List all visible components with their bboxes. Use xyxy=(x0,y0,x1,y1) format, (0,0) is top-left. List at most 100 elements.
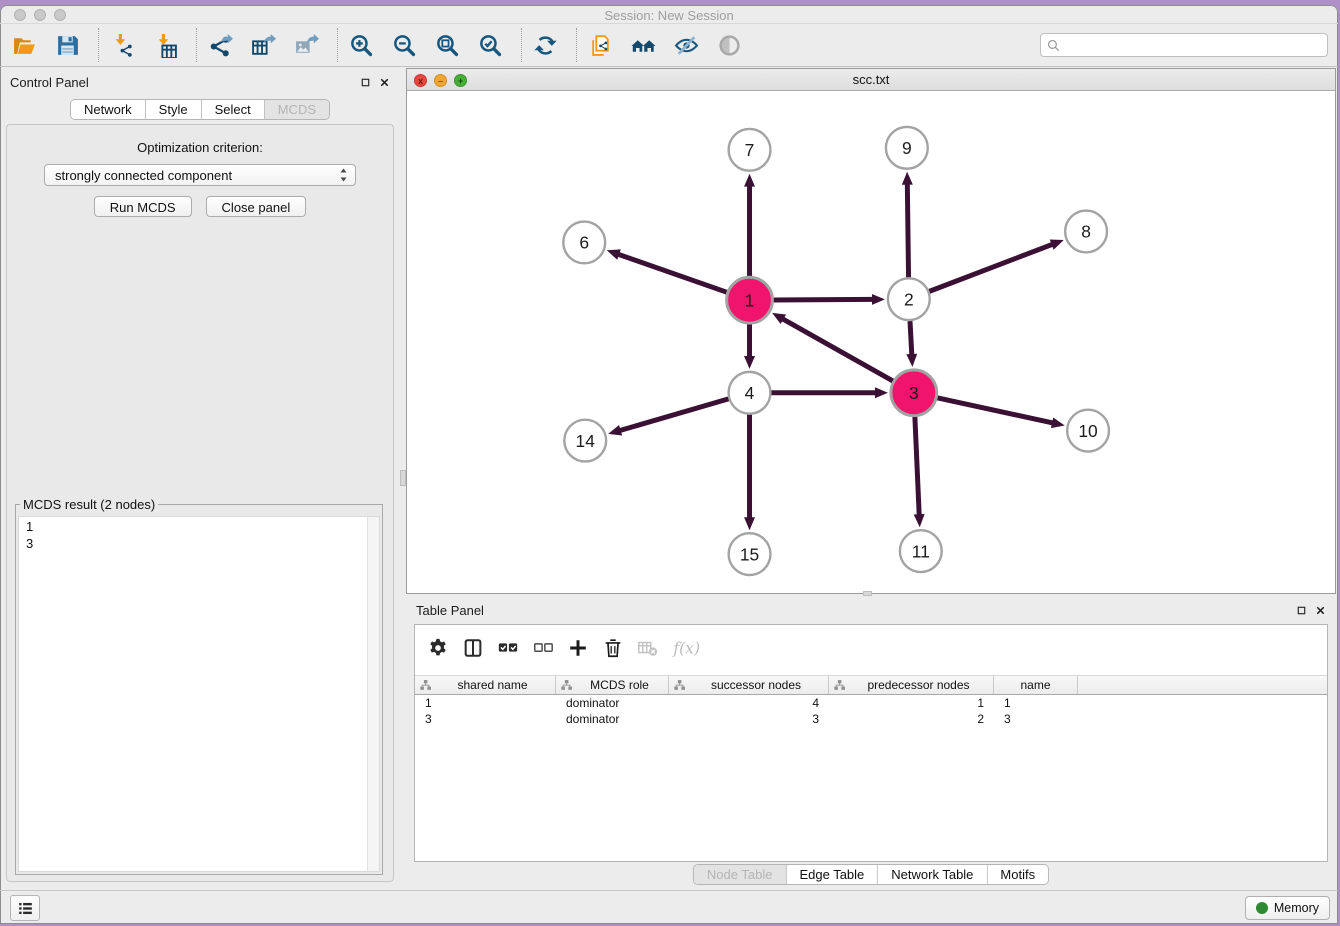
function-icon: f(x) xyxy=(672,637,704,659)
zoom-in-button[interactable] xyxy=(347,31,375,59)
task-history-button[interactable] xyxy=(10,895,40,921)
tab-style[interactable]: Style xyxy=(146,100,202,119)
import-network-button[interactable] xyxy=(108,31,136,59)
graph-node-1[interactable]: 1 xyxy=(727,277,773,323)
deselect-all-button[interactable] xyxy=(532,635,554,661)
table-cell[interactable]: 3 xyxy=(415,711,556,727)
search-box[interactable] xyxy=(1040,33,1328,57)
table-cell[interactable]: 1 xyxy=(829,695,994,711)
tab-network[interactable]: Network xyxy=(71,100,146,119)
home-button[interactable] xyxy=(629,31,657,59)
gear-button[interactable] xyxy=(427,635,449,661)
graph-edge-1-4[interactable] xyxy=(744,324,755,369)
graph-edge-3-11[interactable] xyxy=(914,417,925,528)
graph-node-4[interactable]: 4 xyxy=(729,372,771,414)
export-image-button[interactable] xyxy=(292,31,320,59)
float-panel-icon[interactable] xyxy=(360,75,371,93)
graph-node-2[interactable]: 2 xyxy=(888,278,930,320)
table-cell[interactable]: dominator xyxy=(556,711,669,727)
control-panel-title: Control Panel xyxy=(10,75,89,90)
tab-node-table[interactable]: Node Table xyxy=(694,865,787,884)
tab-motifs[interactable]: Motifs xyxy=(987,865,1048,884)
graph-node-8[interactable]: 8 xyxy=(1065,211,1107,253)
graph-node-14[interactable]: 14 xyxy=(564,420,606,462)
hide-panel-button[interactable] xyxy=(672,31,700,59)
mcds-panel: Optimization criterion: strongly connect… xyxy=(6,124,394,882)
mcds-result-group: MCDS result (2 nodes) 1 3 xyxy=(15,497,383,875)
run-mcds-button[interactable]: Run MCDS xyxy=(94,196,192,217)
refresh-button[interactable] xyxy=(531,31,559,59)
select-all-button[interactable] xyxy=(497,635,519,661)
tab-edge-table[interactable]: Edge Table xyxy=(786,865,878,884)
import-table-button[interactable] xyxy=(151,31,179,59)
network-window-titlebar[interactable]: x – + scc.txt xyxy=(407,69,1335,91)
table-cell[interactable]: 3 xyxy=(994,711,1078,727)
mcds-result-box[interactable]: 1 3 xyxy=(18,516,380,872)
node-table-rows: 1dominator4113dominator323 xyxy=(415,695,1327,727)
tab-select[interactable]: Select xyxy=(202,100,265,119)
graph-edge-1-2[interactable] xyxy=(773,294,885,305)
graph-node-10[interactable]: 10 xyxy=(1067,410,1109,452)
table-cell[interactable]: 2 xyxy=(829,711,994,727)
graph-node-3[interactable]: 3 xyxy=(891,370,937,416)
graph-edge-3-10[interactable] xyxy=(937,398,1065,428)
column-header-predecessor-nodes[interactable]: predecessor nodes xyxy=(829,676,994,694)
column-header-shared-name[interactable]: shared name xyxy=(415,676,556,694)
table-toolbar: f(x) xyxy=(427,635,704,661)
open-session-button[interactable] xyxy=(10,31,38,59)
save-session-button[interactable] xyxy=(53,31,81,59)
export-table-button[interactable] xyxy=(249,31,277,59)
delete-table-button xyxy=(637,635,659,661)
column-header-MCDS-role[interactable]: MCDS role xyxy=(556,676,669,694)
graph-node-7[interactable]: 7 xyxy=(729,129,771,171)
table-cell[interactable]: dominator xyxy=(556,695,669,711)
graph-edge-2-3[interactable] xyxy=(906,321,917,367)
zoom-selected-button[interactable] xyxy=(476,31,504,59)
toolbar-separator xyxy=(98,28,99,62)
open-session-icon xyxy=(12,33,37,58)
column-header-successor-nodes[interactable]: successor nodes xyxy=(669,676,829,694)
zoom-out-button[interactable] xyxy=(390,31,418,59)
graph-node-11[interactable]: 11 xyxy=(900,530,942,572)
svg-text:10: 10 xyxy=(1078,421,1097,441)
clone-network-button[interactable] xyxy=(586,31,614,59)
close-panel-icon[interactable] xyxy=(379,75,390,93)
graph-node-15[interactable]: 15 xyxy=(729,533,771,575)
tab-network-table[interactable]: Network Table xyxy=(878,865,987,884)
table-cell[interactable]: 4 xyxy=(669,695,829,711)
graph-edge-3-1[interactable] xyxy=(772,313,893,381)
graph-edge-4-14[interactable] xyxy=(608,399,728,436)
close-panel-button[interactable]: Close panel xyxy=(206,196,307,217)
zoom-in-icon xyxy=(349,33,374,58)
search-input[interactable] xyxy=(1062,36,1327,54)
columns-button[interactable] xyxy=(462,635,484,661)
table-cell[interactable]: 1 xyxy=(415,695,556,711)
float-panel-icon[interactable] xyxy=(1296,603,1307,621)
table-cell[interactable]: 3 xyxy=(669,711,829,727)
export-network-button[interactable] xyxy=(206,31,234,59)
mcds-result-text: 1 3 xyxy=(19,517,379,552)
graph-edge-2-8[interactable] xyxy=(929,240,1063,292)
node-table: shared nameMCDS rolesuccessor nodesprede… xyxy=(415,675,1327,727)
graph-edge-2-9[interactable] xyxy=(902,172,913,278)
add-button[interactable] xyxy=(567,635,589,661)
memory-button[interactable]: Memory xyxy=(1245,896,1330,920)
svg-text:15: 15 xyxy=(740,544,759,564)
zoom-fit-button[interactable] xyxy=(433,31,461,59)
graph-edge-4-15[interactable] xyxy=(744,415,755,531)
table-panel-tabs: Node TableEdge TableNetwork TableMotifs xyxy=(693,864,1049,885)
graph-node-6[interactable]: 6 xyxy=(563,222,605,264)
visibility-button[interactable] xyxy=(715,31,743,59)
graph-edge-1-6[interactable] xyxy=(607,249,727,292)
graph-edge-1-7[interactable] xyxy=(744,174,755,277)
graph-edge-4-3[interactable] xyxy=(771,387,887,398)
graph-node-9[interactable]: 9 xyxy=(886,127,928,169)
column-header-name[interactable]: name xyxy=(994,676,1078,694)
close-panel-icon[interactable] xyxy=(1315,603,1326,621)
tab-mcds[interactable]: MCDS xyxy=(265,100,329,119)
network-canvas[interactable]: 7 9 6 8 1 2 4 3 14 10 15 11 xyxy=(407,91,1335,593)
criterion-select[interactable]: strongly connected component xyxy=(44,164,356,186)
table-cell[interactable]: 1 xyxy=(994,695,1078,711)
delete-button[interactable] xyxy=(602,635,624,661)
mcds-result-scrollbar[interactable] xyxy=(367,517,379,871)
